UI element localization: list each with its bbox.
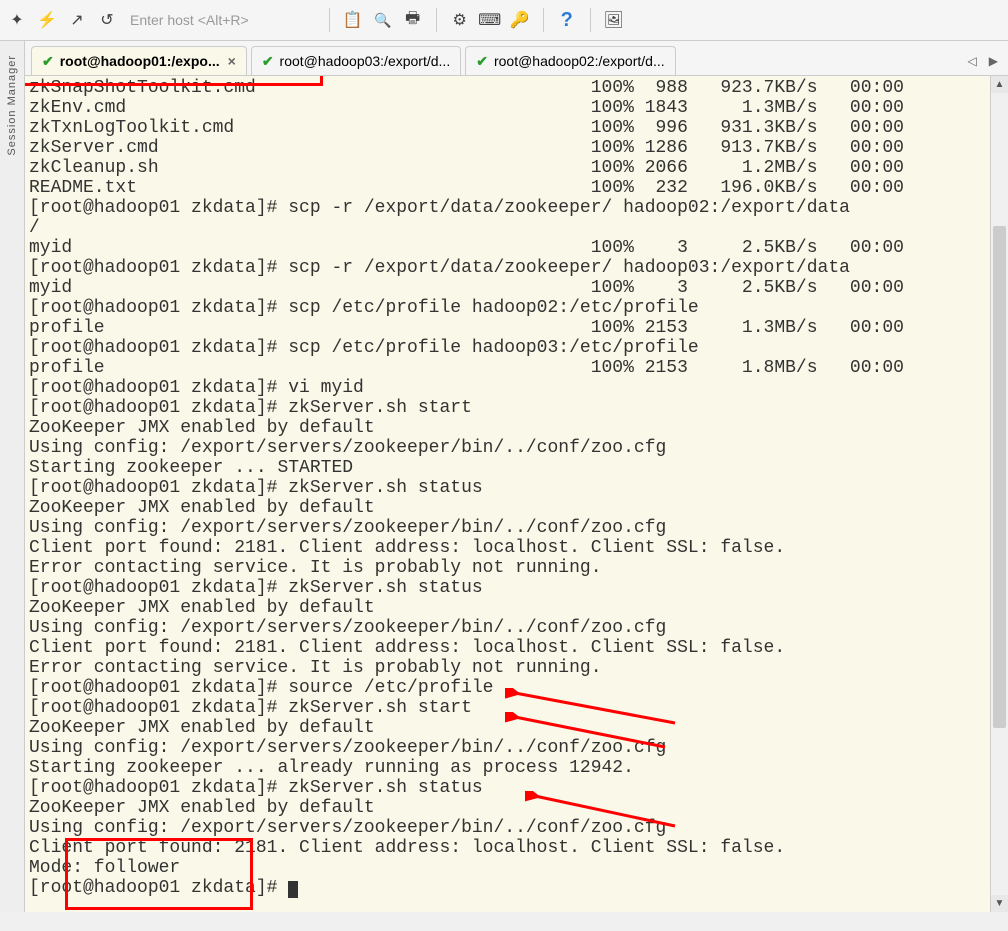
- sidebar: Session Manager: [0, 41, 25, 912]
- send-icon[interactable]: ↗: [66, 9, 88, 31]
- toolbar-separator: [543, 8, 544, 32]
- toolbar-separator: [329, 8, 330, 32]
- scroll-down-icon[interactable]: ▼: [991, 895, 1008, 912]
- check-icon: ✔: [42, 53, 54, 70]
- scroll-thumb[interactable]: [993, 226, 1006, 728]
- gear-icon[interactable]: ⚙: [449, 9, 471, 31]
- vertical-scrollbar[interactable]: ▲ ▼: [990, 76, 1008, 912]
- keyboard-icon[interactable]: ⌨: [479, 9, 501, 31]
- toolbar-separator: [590, 8, 591, 32]
- tab-bar: ✔ root@hadoop01:/expo... × ✔ root@hadoop…: [25, 41, 1008, 76]
- tab-label: root@hadoop01:/expo...: [60, 53, 220, 69]
- session-icon[interactable]: ✦: [6, 9, 28, 31]
- print-icon[interactable]: 🖶: [402, 9, 424, 31]
- terminal-tab-2[interactable]: ✔ root@hadoop03:/export/d...: [251, 46, 461, 75]
- help-icon[interactable]: ?: [556, 9, 578, 31]
- tab-prev-icon[interactable]: ◁: [968, 54, 977, 68]
- toolbar-separator: [436, 8, 437, 32]
- image-icon[interactable]: 🖼: [603, 9, 625, 31]
- toolbar: ✦ ⚡ ↗ ↺ Enter host <Alt+R> 📋 🔍 🖶 ⚙ ⌨ 🔑 ?…: [0, 0, 1008, 41]
- host-input[interactable]: Enter host <Alt+R>: [130, 12, 249, 28]
- terminal[interactable]: zkSnapShotToolkit.cmd 100% 988 923.7KB/s…: [25, 76, 1008, 912]
- scroll-up-icon[interactable]: ▲: [991, 76, 1008, 93]
- tab-nav: ◁ ▶: [958, 47, 1008, 75]
- tab-label: root@hadoop02:/export/d...: [494, 53, 665, 69]
- lightning-icon[interactable]: ⚡: [36, 9, 58, 31]
- key-icon[interactable]: 🔑: [509, 9, 531, 31]
- terminal-tab-1[interactable]: ✔ root@hadoop01:/expo... ×: [31, 46, 247, 75]
- tab-label: root@hadoop03:/export/d...: [280, 53, 451, 69]
- check-icon: ✔: [262, 53, 274, 70]
- close-icon[interactable]: ×: [228, 53, 236, 69]
- session-manager-tab[interactable]: Session Manager: [6, 55, 18, 156]
- check-icon: ✔: [476, 53, 488, 70]
- tab-next-icon[interactable]: ▶: [989, 54, 998, 68]
- terminal-tab-3[interactable]: ✔ root@hadoop02:/export/d...: [465, 46, 675, 75]
- terminal-output: zkSnapShotToolkit.cmd 100% 988 923.7KB/s…: [25, 76, 1008, 900]
- refresh-icon[interactable]: ↺: [96, 9, 118, 31]
- binoculars-icon[interactable]: 🔍: [372, 9, 394, 31]
- copy-icon[interactable]: 📋: [342, 9, 364, 31]
